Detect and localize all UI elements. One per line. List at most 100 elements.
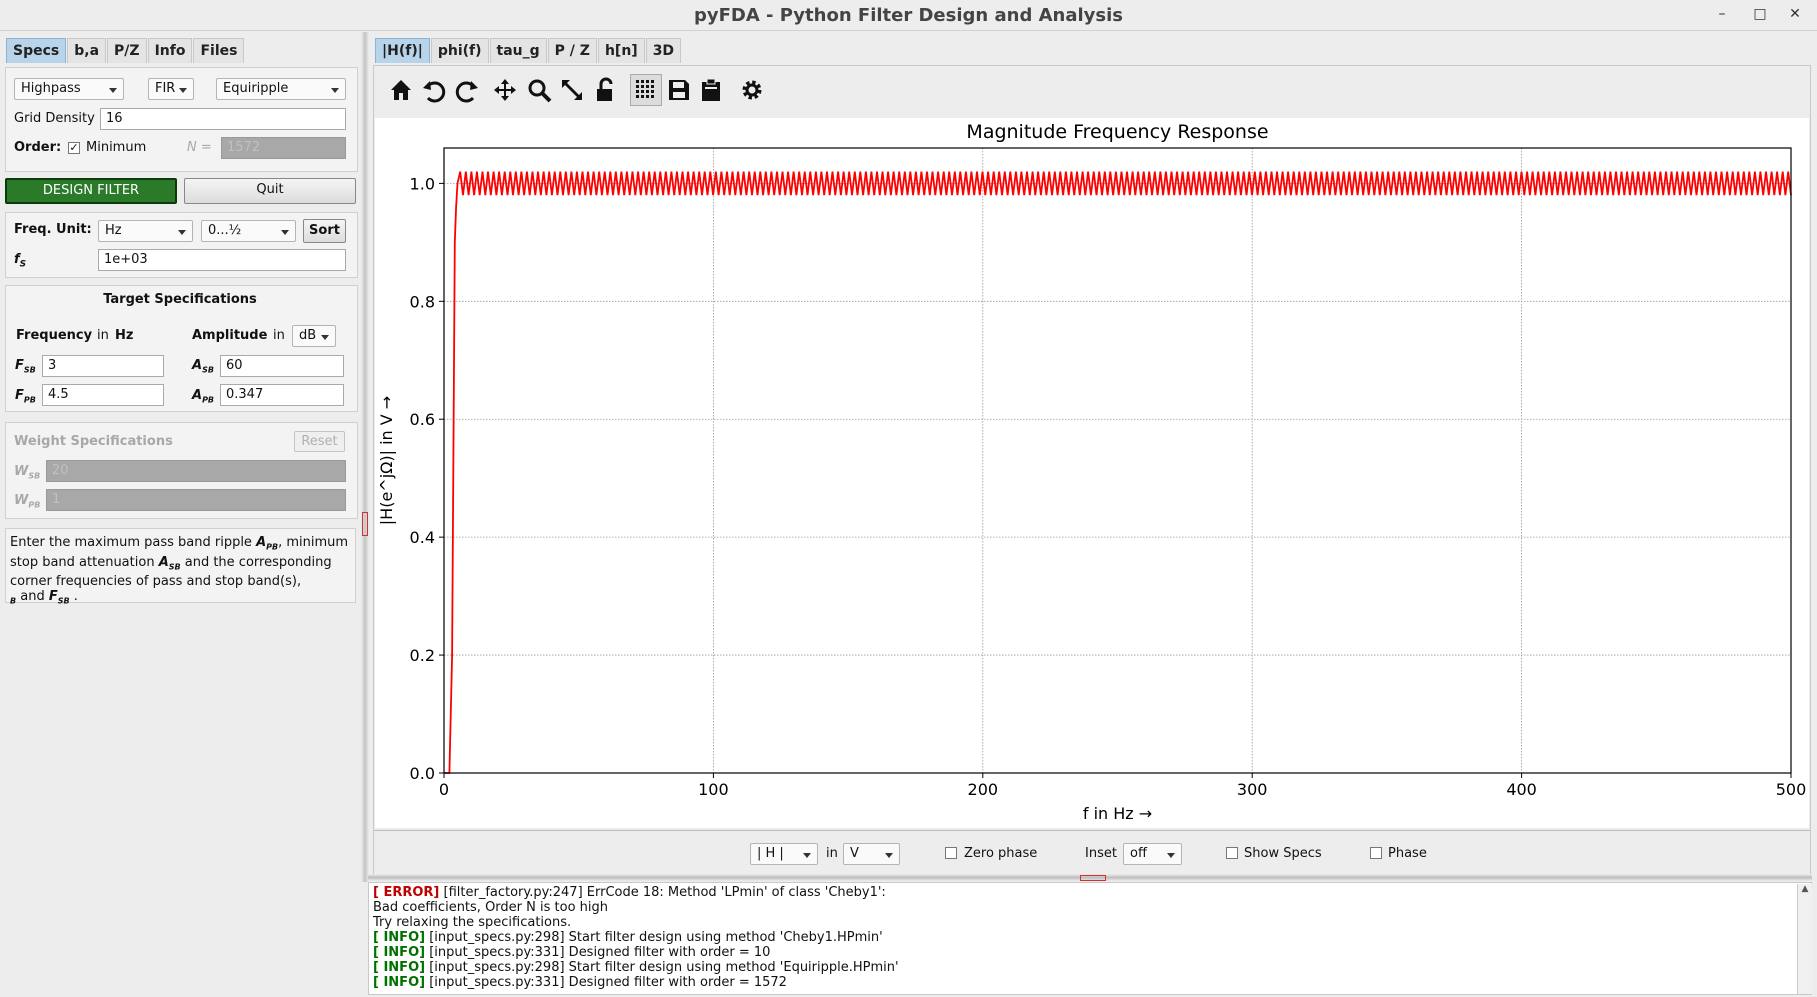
info-text-line-4: B and FSB . [10, 589, 351, 609]
sort-button[interactable]: Sort [303, 219, 346, 243]
wsb-label: WSB [14, 464, 40, 481]
filter-type-value: FIR [155, 81, 176, 96]
save-icon[interactable] [665, 76, 693, 104]
response-type-value: Highpass [21, 81, 81, 96]
tab-pole-zero[interactable]: P / Z [547, 38, 597, 63]
apb-label-sub: PB [202, 395, 215, 405]
frequency-unit-label: Hz [115, 328, 134, 343]
settings-icon[interactable] [738, 76, 766, 104]
home-icon[interactable] [387, 76, 415, 104]
tab-files[interactable]: Files [193, 38, 245, 63]
log-console[interactable]: [ ERROR] [filter_factory.py:247] ErrCode… [368, 882, 1812, 995]
asb-input[interactable]: 60 [220, 355, 344, 377]
wsb-input[interactable]: 20 [46, 460, 346, 482]
splitter-handle-icon[interactable] [1080, 875, 1106, 881]
y-tick-label: 0.4 [410, 528, 435, 547]
tab-3d[interactable]: 3D [645, 38, 682, 63]
x-tick-label: 400 [1506, 780, 1537, 799]
show-specs-checkbox[interactable] [1226, 847, 1238, 859]
fpb-input[interactable]: 4.5 [42, 384, 164, 406]
chevron-down-icon [1167, 853, 1175, 858]
wpb-input[interactable]: 1 [46, 489, 346, 511]
chart-title: Magnitude Frequency Response [966, 121, 1268, 143]
full-view-icon[interactable] [558, 76, 586, 104]
log-level: [ INFO] [373, 930, 426, 945]
log-level: [ INFO] [373, 975, 426, 990]
chevron-down-icon [321, 335, 329, 340]
frequency-in-label: in [97, 328, 109, 343]
log-line: [ INFO] [input_specs.py:331] Designed fi… [373, 945, 1807, 960]
order-n-input[interactable]: 1572 [221, 137, 346, 159]
magnitude-chart[interactable]: Magnitude Frequency Response 0 100 200 300 40… [375, 118, 1809, 828]
apb-input[interactable]: 0.347 [220, 384, 344, 406]
zero-phase-checkbox[interactable] [945, 847, 957, 859]
inset-select[interactable]: off [1123, 843, 1182, 865]
tab-ba[interactable]: b,a [67, 38, 107, 63]
y-tick-label: 1.0 [410, 174, 435, 193]
log-text: Try relaxing the specifications. [373, 915, 572, 930]
log-level: [ INFO] [373, 960, 426, 975]
wpb-label-sub: PB [28, 500, 41, 510]
fpb-label-text: F [15, 388, 24, 403]
y-tick-label: 0.8 [410, 292, 435, 311]
magnitude-unit-select[interactable]: V [843, 843, 900, 865]
x-tick-label: 200 [968, 780, 999, 799]
vertical-splitter[interactable] [361, 32, 369, 882]
info-text-2b: and the corresponding [180, 554, 332, 570]
fsb-input[interactable]: 3 [42, 355, 164, 377]
grid-density-input[interactable]: 16 [100, 108, 346, 130]
undo-icon[interactable] [420, 76, 448, 104]
close-icon[interactable]: ✕ [1785, 6, 1805, 22]
minimize-icon[interactable]: – [1712, 6, 1732, 22]
chevron-down-icon [803, 853, 811, 858]
info-text-panel: Enter the maximum pass band ripple APB, … [5, 528, 356, 606]
splitter-handle-icon[interactable] [362, 512, 368, 536]
quit-button[interactable]: Quit [184, 178, 356, 204]
tab-impulse-response[interactable]: h[n] [597, 38, 645, 63]
asb-symbol: ASB [158, 554, 181, 572]
pan-icon[interactable] [491, 76, 519, 104]
wsb-label-text: W [14, 464, 29, 479]
asb-label: ASB [192, 358, 214, 375]
log-line: [ INFO] [input_specs.py:331] Designed fi… [373, 975, 1807, 990]
filter-type-select[interactable]: FIR [148, 78, 194, 100]
tab-info[interactable]: Info [147, 38, 193, 63]
lock-icon[interactable] [591, 76, 619, 104]
info-text-2a: stop band attenuation [10, 554, 159, 570]
amplitude-unit-select[interactable]: dB [292, 325, 336, 347]
freq-unit-select[interactable]: Hz [98, 220, 193, 242]
tab-pz[interactable]: P/Z [107, 38, 147, 63]
x-tick-label: 300 [1237, 780, 1268, 799]
log-line: [ INFO] [input_specs.py:298] Start filte… [373, 960, 1807, 975]
tab-group-delay[interactable]: tau_g [489, 38, 547, 63]
maximize-icon[interactable]: □ [1750, 6, 1770, 22]
chevron-down-icon [178, 230, 186, 235]
redo-icon[interactable] [453, 76, 481, 104]
minimum-label: Minimum [86, 140, 147, 155]
x-tick-label: 0 [439, 780, 449, 799]
tab-magnitude[interactable]: |H(f)| [375, 38, 430, 63]
fs-input[interactable]: 1e+03 [98, 249, 346, 271]
chevron-down-icon [109, 88, 117, 93]
x-tick-label: 500 [1776, 780, 1807, 799]
magnitude-mode-select[interactable]: | H | [750, 843, 818, 865]
zero-phase-label: Zero phase [964, 846, 1038, 861]
phase-checkbox[interactable] [1370, 847, 1382, 859]
reset-weights-button[interactable]: Reset [294, 431, 345, 452]
scroll-up-icon[interactable]: ▲ [1798, 884, 1812, 894]
design-method-select[interactable]: Equiripple [216, 78, 346, 100]
tab-phase[interactable]: phi(f) [430, 38, 489, 63]
chevron-down-icon [885, 853, 893, 858]
tab-specs[interactable]: Specs [6, 38, 67, 63]
log-scrollbar[interactable]: ▲ [1797, 884, 1812, 994]
clipboard-icon[interactable] [697, 76, 725, 104]
log-level: [ INFO] [373, 945, 426, 960]
zoom-icon[interactable] [525, 76, 553, 104]
design-filter-button[interactable]: DESIGN FILTER [5, 178, 177, 204]
fs-label: fS [14, 252, 26, 270]
freq-range-select[interactable]: 0...½ [201, 220, 296, 242]
log-line: Bad coefficients, Order N is too high [373, 900, 1807, 915]
minimum-checkbox[interactable]: ✓ [68, 142, 80, 154]
grid-icon[interactable] [630, 74, 662, 106]
response-type-select[interactable]: Highpass [14, 78, 124, 100]
